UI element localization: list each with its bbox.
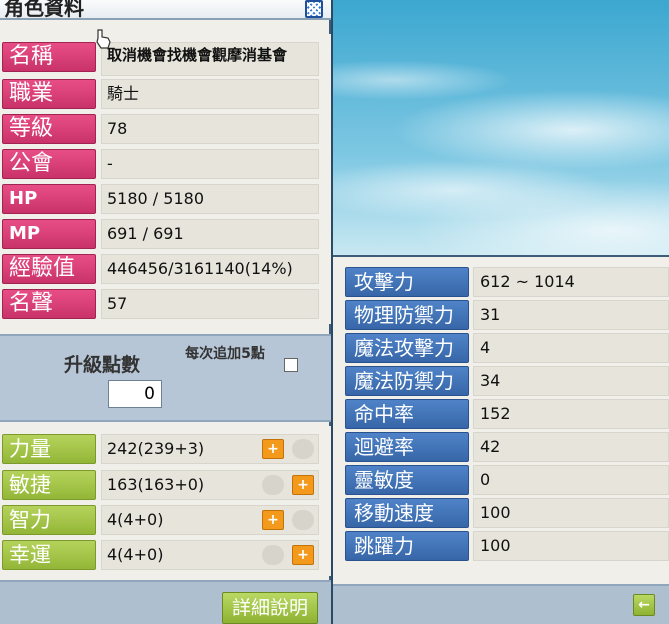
info-row-hp: HP 5180 / 5180 <box>2 184 319 214</box>
luk-slot <box>262 545 284 565</box>
job-value: 騎士 <box>101 79 319 109</box>
hp-label: HP <box>2 184 96 214</box>
detail-stat-row: 魔法攻擊力 4 <box>345 333 669 363</box>
guild-label: 公會 <box>2 149 96 179</box>
info-row-guild: 公會 - <box>2 149 319 179</box>
name-value: 取消機會找機會觀摩消基會 <box>101 42 319 76</box>
name-label: 名稱 <box>2 42 96 72</box>
base-stats-section: 力量 242(239+3) + 敏捷 163(163+0) + 智力 4(4+0… <box>0 426 331 576</box>
mp-label: MP <box>2 219 96 249</box>
dex-slot <box>262 475 284 495</box>
close-icon[interactable] <box>305 0 323 18</box>
dex-value: 163(163+0) <box>101 470 319 500</box>
detail-stat-label: 物理防禦力 <box>345 300 469 330</box>
character-info-panel: 角色資料 名稱 取消機會找機會觀摩消基會 職業 騎士 等級 78 公會 - HP… <box>0 0 331 624</box>
detail-stat-value: 0 <box>473 465 669 495</box>
detail-stats-panel: 攻擊力 612 ~ 1014 物理防禦力 31 魔法攻擊力 4 魔法防禦力 34 命中率 152 迴… <box>333 255 669 624</box>
str-label: 力量 <box>2 434 96 464</box>
mp-value: 691 / 691 <box>101 219 319 249</box>
detail-stat-row: 跳躍力 100 <box>345 531 669 561</box>
detail-stat-row: 攻擊力 612 ~ 1014 <box>345 267 669 297</box>
detail-stat-label: 迴避率 <box>345 432 469 462</box>
stat-row-int: 智力 4(4+0) + <box>2 505 319 535</box>
detail-stat-label: 魔法防禦力 <box>345 366 469 396</box>
back-arrow-icon[interactable]: ← <box>633 594 655 616</box>
ability-points-section: 升級點數 0 每次追加5點 <box>0 334 331 422</box>
int-plus-button[interactable]: + <box>262 510 284 530</box>
ap-value-field: 0 <box>108 380 162 408</box>
right-bottom-bar: ← <box>333 584 669 624</box>
guild-value: - <box>101 149 319 179</box>
detail-stat-row: 迴避率 42 <box>345 432 669 462</box>
detail-stat-value: 100 <box>473 531 669 561</box>
detail-stat-row: 魔法防禦力 34 <box>345 366 669 396</box>
int-slot <box>292 510 314 530</box>
str-slot <box>292 439 314 459</box>
detail-stat-row: 移動速度 100 <box>345 498 669 528</box>
fame-value: 57 <box>101 289 319 319</box>
detail-stat-label: 命中率 <box>345 399 469 429</box>
info-row-mp: MP 691 / 691 <box>2 219 319 249</box>
detail-stat-value: 612 ~ 1014 <box>473 267 669 297</box>
detail-stat-label: 魔法攻擊力 <box>345 333 469 363</box>
basic-info-section: 名稱 取消機會找機會觀摩消基會 職業 騎士 等級 78 公會 - HP 5180… <box>0 34 331 324</box>
int-value: 4(4+0) <box>101 505 319 535</box>
info-row-fame: 名聲 57 <box>2 289 319 319</box>
fame-label: 名聲 <box>2 289 96 319</box>
detail-button[interactable]: 詳細說明 <box>222 592 318 624</box>
stat-row-dex: 敏捷 163(163+0) + <box>2 470 319 500</box>
luk-label: 幸運 <box>2 540 96 570</box>
window-title: 角色資料 <box>4 0 84 20</box>
luk-plus-button[interactable]: + <box>292 545 314 565</box>
detail-stat-row: 靈敏度 0 <box>345 465 669 495</box>
ap-label: 升級點數 <box>64 354 141 376</box>
info-row-exp: 經驗值 446456/3161140(14%) <box>2 254 319 284</box>
str-value: 242(239+3) <box>101 434 319 464</box>
left-bottom-bar: 詳細說明 <box>0 580 331 624</box>
detail-stat-value: 34 <box>473 366 669 396</box>
title-bar[interactable]: 角色資料 <box>0 0 331 20</box>
stat-row-str: 力量 242(239+3) + <box>2 434 319 464</box>
sky-background <box>333 0 669 255</box>
detail-stat-value: 152 <box>473 399 669 429</box>
detail-stat-value: 4 <box>473 333 669 363</box>
detail-stat-label: 移動速度 <box>345 498 469 528</box>
dex-plus-button[interactable]: + <box>292 475 314 495</box>
level-value: 78 <box>101 114 319 144</box>
hand-cursor-icon <box>96 29 111 49</box>
detail-stat-value: 31 <box>473 300 669 330</box>
auto-add-checkbox[interactable] <box>284 358 298 372</box>
info-row-job: 職業 騎士 <box>2 79 319 109</box>
info-row-name: 名稱 取消機會找機會觀摩消基會 <box>2 42 319 76</box>
job-label: 職業 <box>2 79 96 109</box>
detail-stat-row: 命中率 152 <box>345 399 669 429</box>
auto-add-label: 每次追加5點 <box>185 346 265 362</box>
hp-value: 5180 / 5180 <box>101 184 319 214</box>
info-row-level: 等級 78 <box>2 114 319 144</box>
level-label: 等級 <box>2 114 96 144</box>
int-label: 智力 <box>2 505 96 535</box>
detail-stat-value: 100 <box>473 498 669 528</box>
str-plus-button[interactable]: + <box>262 439 284 459</box>
detail-stat-row: 物理防禦力 31 <box>345 300 669 330</box>
dex-label: 敏捷 <box>2 470 96 500</box>
detail-stat-label: 攻擊力 <box>345 267 469 297</box>
stat-row-luk: 幸運 4(4+0) + <box>2 540 319 570</box>
luk-value: 4(4+0) <box>101 540 319 570</box>
detail-stat-label: 跳躍力 <box>345 531 469 561</box>
exp-value: 446456/3161140(14%) <box>101 254 319 284</box>
exp-label: 經驗值 <box>2 254 96 284</box>
detail-stat-value: 42 <box>473 432 669 462</box>
detail-stat-label: 靈敏度 <box>345 465 469 495</box>
